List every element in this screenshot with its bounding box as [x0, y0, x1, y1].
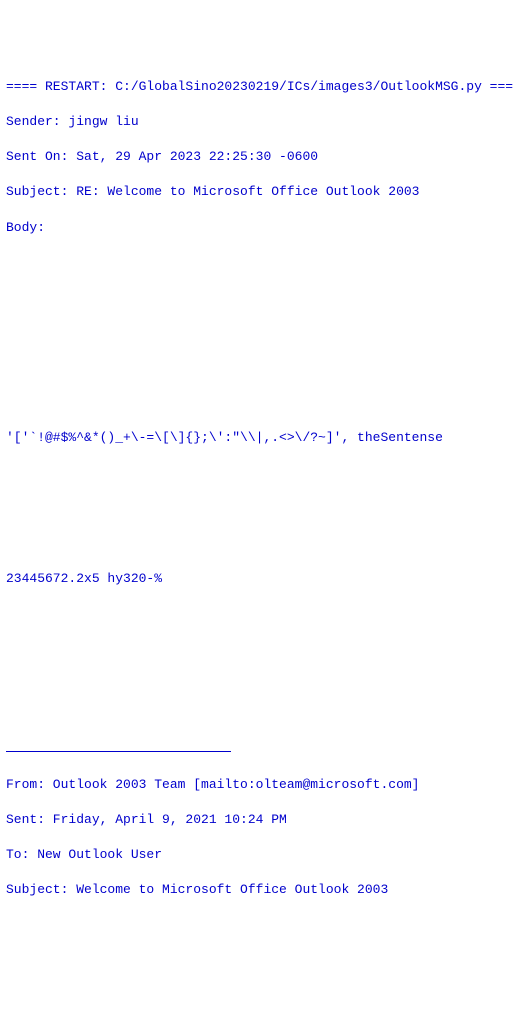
sent-on-line: Sent On: Sat, 29 Apr 2023 22:25:30 -0600 [6, 148, 525, 166]
blank-line [6, 675, 525, 693]
blank-line [6, 916, 525, 934]
blank-line [6, 1021, 525, 1026]
blank-line [6, 499, 525, 517]
restart-line: ==== RESTART: C:/GlobalSino20230219/ICs/… [6, 78, 525, 96]
blank-line [6, 710, 525, 728]
blank-line [6, 359, 525, 377]
blank-line [6, 324, 525, 342]
blank-line [6, 951, 525, 969]
blank-line [6, 394, 525, 412]
forwarded-sent: Sent: Friday, April 9, 2021 10:24 PM [6, 811, 525, 829]
blank-line [6, 534, 525, 552]
blank-line [6, 289, 525, 307]
forwarded-from: From: Outlook 2003 Team [mailto:olteam@m… [6, 776, 525, 794]
forwarded-subject: Subject: Welcome to Microsoft Office Out… [6, 881, 525, 899]
subject-line: Subject: RE: Welcome to Microsoft Office… [6, 183, 525, 201]
body-label: Body: [6, 219, 525, 237]
blank-line [6, 605, 525, 623]
body-code-line: 23445672.2x5 hy320-% [6, 570, 525, 588]
blank-line [6, 986, 525, 1004]
sender-line: Sender: jingw liu [6, 113, 525, 131]
forwarded-to: To: New Outlook User [6, 846, 525, 864]
separator-line [6, 751, 231, 752]
body-symbols-line: '['`!@#$%^&*()_+\-=\[\]{};\':"\\|,.<>\/?… [6, 429, 525, 447]
blank-line [6, 640, 525, 658]
blank-line [6, 464, 525, 482]
blank-line [6, 254, 525, 272]
